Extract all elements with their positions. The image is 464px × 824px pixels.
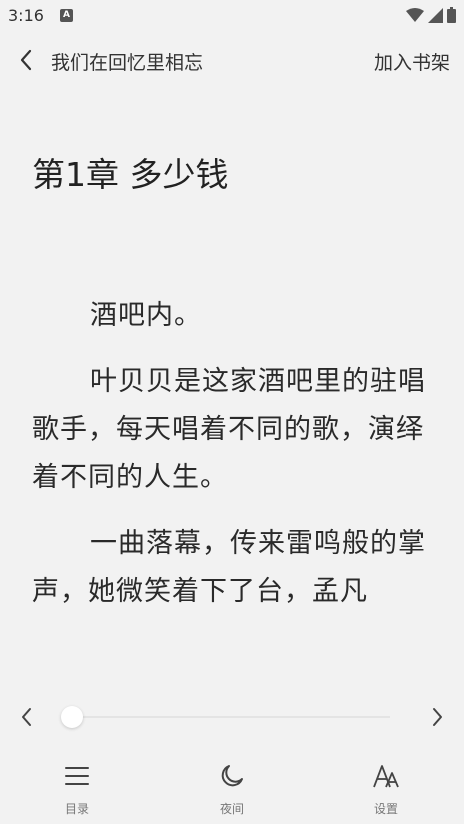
chapter-title: 第1章 多少钱 bbox=[32, 155, 229, 194]
moon-icon bbox=[218, 762, 246, 790]
nav-toc-button[interactable]: 目录 bbox=[37, 762, 117, 820]
paragraph: 一曲落幕，传来雷鸣般的掌声，她微笑着下了台，孟凡 bbox=[32, 528, 426, 607]
chevron-left-icon bbox=[22, 708, 31, 726]
nav-settings-button[interactable]: 设置 bbox=[346, 762, 426, 820]
nav-settings-label: 设置 bbox=[373, 802, 398, 816]
chevron-left-icon bbox=[20, 49, 32, 71]
wifi-icon bbox=[406, 7, 424, 22]
progress-thumb[interactable] bbox=[61, 706, 83, 728]
nav-night-button[interactable]: 夜间 bbox=[192, 762, 272, 820]
nav-toc-label: 目录 bbox=[64, 802, 89, 816]
notification-icon: A bbox=[60, 9, 73, 22]
chapter-content: 酒吧内。 叶贝贝是这家酒吧里的驻唱歌手，每天唱着不同的歌，演绎着不同的人生。 一… bbox=[32, 292, 436, 668]
prev-chapter-button[interactable] bbox=[12, 703, 40, 731]
status-icons bbox=[406, 7, 456, 23]
book-title: 我们在回忆里相忘 bbox=[51, 52, 204, 74]
signal-icon bbox=[428, 7, 443, 23]
reader-topbar: 我们在回忆里相忘 加入书架 bbox=[0, 40, 464, 80]
status-bar: 3:16 A bbox=[0, 0, 464, 32]
menu-icon bbox=[63, 762, 91, 790]
add-to-shelf-button[interactable]: 加入书架 bbox=[374, 48, 450, 75]
status-time: 3:16 bbox=[8, 6, 44, 25]
chevron-right-icon bbox=[433, 708, 442, 726]
paragraph: 酒吧内。 bbox=[90, 300, 202, 331]
chapter-progress bbox=[0, 698, 464, 736]
back-button[interactable] bbox=[12, 46, 40, 74]
bottom-nav: 目录 夜间 设置 bbox=[0, 762, 464, 824]
next-chapter-button[interactable] bbox=[424, 703, 452, 731]
font-size-icon bbox=[372, 762, 400, 790]
battery-icon bbox=[447, 7, 456, 23]
nav-night-label: 夜间 bbox=[219, 802, 244, 816]
progress-slider[interactable] bbox=[61, 706, 390, 728]
paragraph: 叶贝贝是这家酒吧里的驻唱歌手，每天唱着不同的歌，演绎着不同的人生。 bbox=[32, 366, 426, 493]
